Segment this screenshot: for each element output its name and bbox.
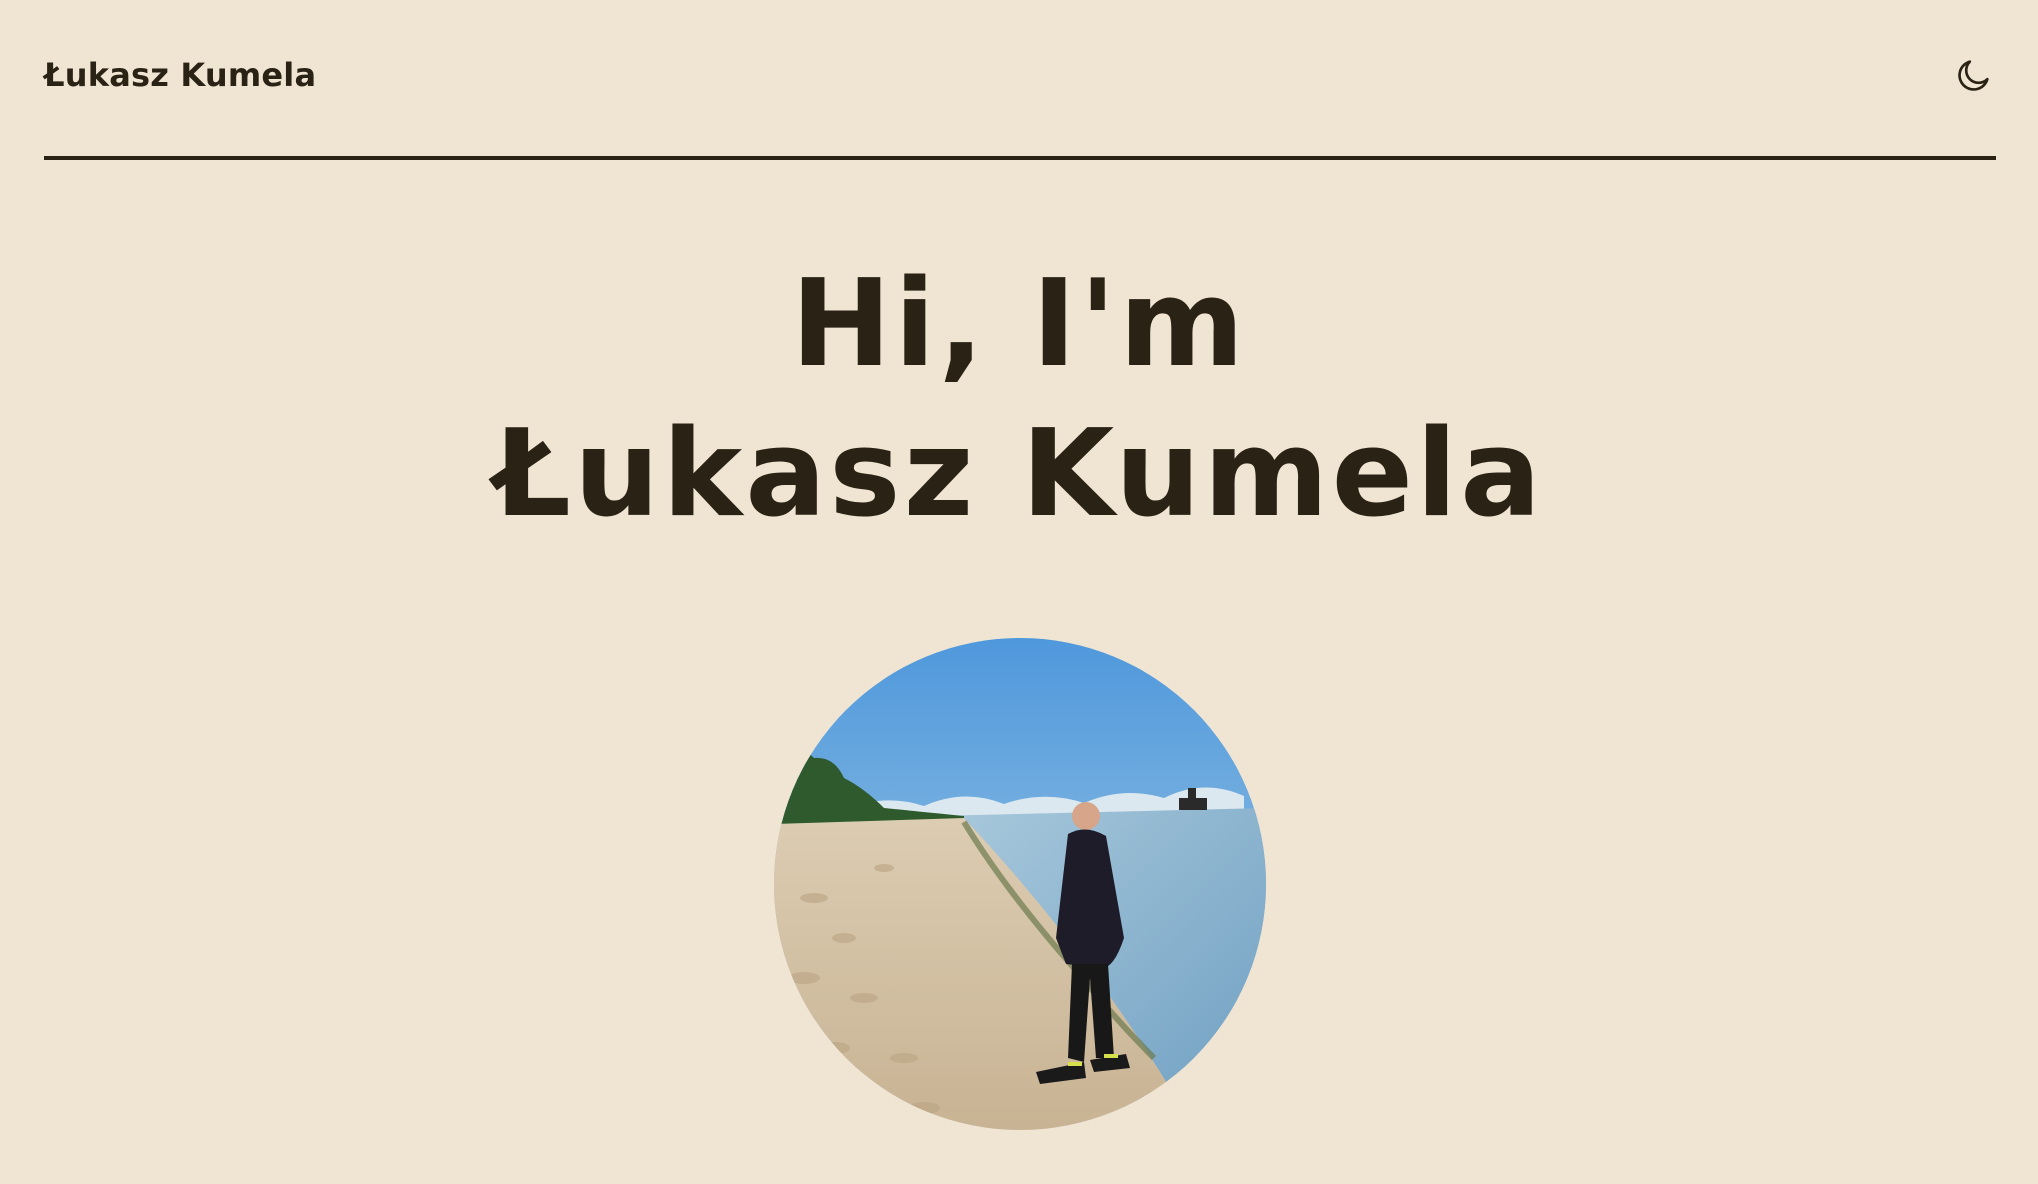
page: Łukasz Kumela Hi, I'm Łukasz Kumela (0, 0, 2038, 1184)
top-bar: Łukasz Kumela (44, 0, 1996, 160)
hero-heading: Hi, I'm Łukasz Kumela (0, 250, 2038, 550)
theme-toggle-button[interactable] (1952, 54, 1996, 98)
site-brand-link[interactable]: Łukasz Kumela (44, 56, 316, 94)
moon-icon (1954, 55, 1994, 98)
hero-name: Łukasz Kumela (493, 405, 1545, 544)
beach-photo-illustration (774, 638, 1266, 1130)
hero-greeting: Hi, I'm (790, 255, 1248, 394)
profile-photo (774, 638, 1266, 1130)
